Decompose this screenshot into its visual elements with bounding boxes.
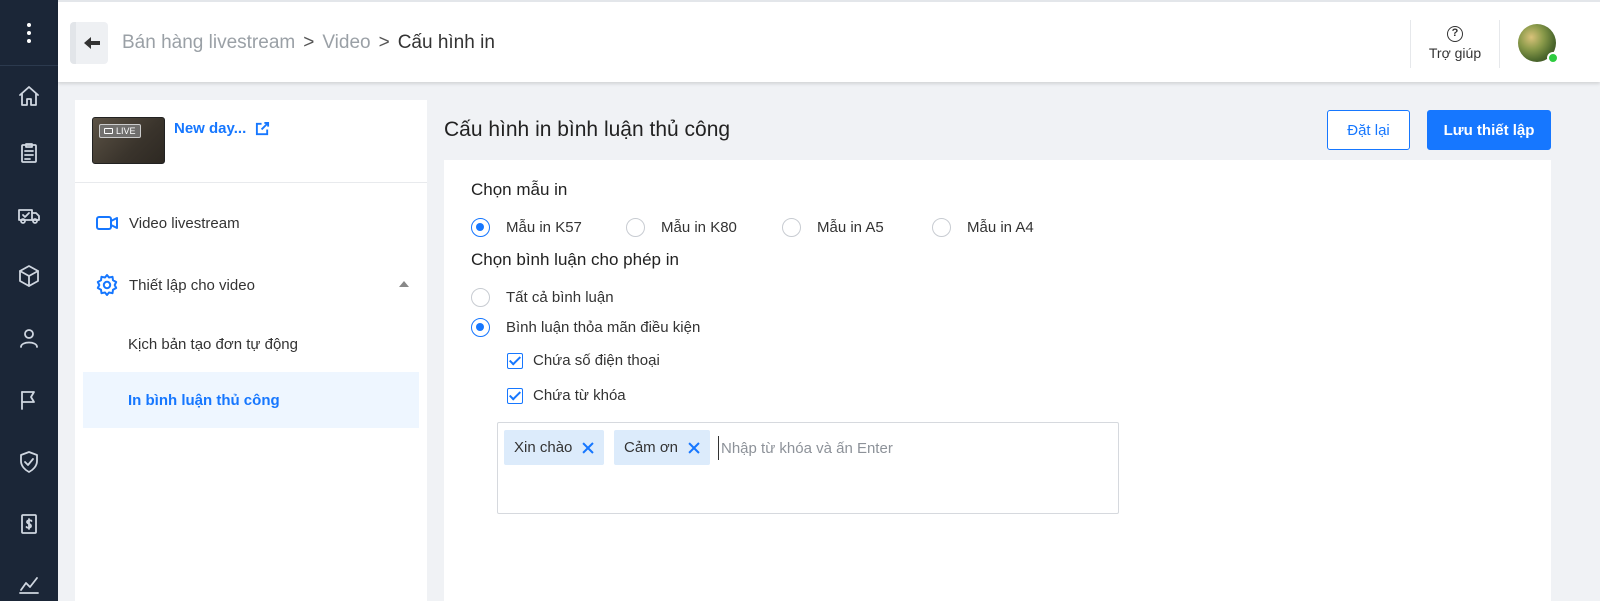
keyword-tag-input[interactable]: Xin chào Cảm ơn xyxy=(497,422,1119,514)
clipboard-icon[interactable] xyxy=(17,141,41,165)
video-thumbnail[interactable]: LIVE xyxy=(92,117,165,164)
delivery-truck-icon[interactable] xyxy=(17,203,41,227)
reset-button[interactable]: Đặt lại xyxy=(1327,110,1410,150)
checkbox-checked[interactable] xyxy=(507,387,523,404)
sidebar-item-auto-order-script[interactable]: Kịch bản tạo đơn tự động xyxy=(83,316,419,372)
help-button[interactable]: ? Trợ giúp xyxy=(1410,20,1500,68)
radio-template-a4[interactable]: Mẫu in A4 xyxy=(932,218,1034,237)
help-label: Trợ giúp xyxy=(1428,45,1482,61)
radio-template-k57[interactable]: Mẫu in K57 xyxy=(471,218,582,237)
radio-conditional-comments[interactable]: Bình luận thỏa mãn điều kiện xyxy=(471,318,700,337)
home-icon[interactable] xyxy=(17,84,41,108)
sidebar-item-label: Kịch bản tạo đơn tự động xyxy=(128,335,298,353)
sidebar-item-video-settings[interactable]: Thiết lập cho video xyxy=(83,257,419,313)
page-title: Cấu hình in bình luận thủ công xyxy=(444,118,731,141)
template-section-title: Chọn mẫu in xyxy=(471,180,568,199)
chart-icon[interactable] xyxy=(17,572,41,596)
external-link-icon[interactable] xyxy=(255,121,270,136)
shield-check-icon[interactable] xyxy=(17,450,41,474)
user-icon[interactable] xyxy=(17,326,41,350)
radio-button[interactable] xyxy=(471,288,490,307)
video-title-link[interactable]: New day... xyxy=(174,120,246,137)
radio-button[interactable] xyxy=(932,218,951,237)
checkbox-label: Chứa từ khóa xyxy=(533,387,626,404)
keyword-tag-label: Xin chào xyxy=(514,439,573,456)
invoice-icon[interactable] xyxy=(17,512,41,536)
close-icon[interactable] xyxy=(688,442,700,454)
live-badge-label: LIVE xyxy=(116,126,136,136)
breadcrumb-separator: > xyxy=(378,32,390,53)
radio-all-comments[interactable]: Tất cả bình luận xyxy=(471,288,614,307)
checkbox-label: Chứa số điện thoại xyxy=(533,352,660,369)
keyword-tag: Cảm ơn xyxy=(614,430,711,465)
video-camera-icon xyxy=(104,128,113,134)
radio-label: Bình luận thỏa mãn điều kiện xyxy=(506,319,701,336)
flag-icon[interactable] xyxy=(17,388,41,412)
keyword-tag: Xin chào xyxy=(504,430,605,465)
radio-button-checked[interactable] xyxy=(471,318,490,337)
checkbox-checked[interactable] xyxy=(507,352,523,369)
close-icon[interactable] xyxy=(582,442,594,454)
gear-icon xyxy=(95,273,119,297)
package-box-icon[interactable] xyxy=(17,264,41,288)
help-circle-icon: ? xyxy=(1447,26,1463,42)
sidebar-item-label: Thiết lập cho video xyxy=(129,276,255,294)
print-config-card: Chọn mẫu in Mẫu in K57 Mẫu in K80 Mẫu in… xyxy=(444,160,1551,601)
radio-label: Tất cả bình luận xyxy=(506,289,614,306)
left-rail xyxy=(0,0,58,601)
comment-section-title: Chọn bình luận cho phép in xyxy=(471,250,679,269)
video-card: LIVE New day... xyxy=(75,100,427,183)
top-header: Bán hàng livestream > Video > Cấu hình in ? … xyxy=(58,0,1600,82)
user-avatar[interactable] xyxy=(1518,24,1559,64)
more-vertical-icon xyxy=(27,21,31,45)
breadcrumb-item-livestream[interactable]: Bán hàng livestream xyxy=(122,32,295,53)
checkbox-phone-number[interactable]: Chứa số điện thoại xyxy=(507,352,660,369)
breadcrumb-item-video[interactable]: Video xyxy=(322,32,370,53)
keyword-tag-label: Cảm ơn xyxy=(624,439,679,456)
app-root: Bán hàng livestream > Video > Cấu hình in ? … xyxy=(0,0,1600,601)
menu-dots-button[interactable] xyxy=(0,0,58,66)
live-badge: LIVE xyxy=(99,124,141,138)
sidebar-item-label: In bình luận thủ công xyxy=(128,391,280,409)
back-button[interactable] xyxy=(70,22,108,64)
chevron-up-icon[interactable] xyxy=(399,281,409,287)
arrow-left-icon xyxy=(84,37,100,49)
sidebar-item-manual-comment-print[interactable]: In bình luận thủ công xyxy=(83,372,419,428)
settings-sidebar: LIVE New day... Video livestream Thiết l… xyxy=(75,100,427,601)
radio-button[interactable] xyxy=(626,218,645,237)
radio-label: Mẫu in K80 xyxy=(661,219,737,236)
radio-label: Mẫu in A5 xyxy=(817,219,884,236)
checkbox-keyword[interactable]: Chứa từ khóa xyxy=(507,387,626,404)
radio-template-k80[interactable]: Mẫu in K80 xyxy=(626,218,737,237)
breadcrumb-separator: > xyxy=(303,32,315,53)
keyword-input[interactable] xyxy=(718,436,1078,460)
sidebar-item-label: Video livestream xyxy=(129,214,240,232)
breadcrumb: Bán hàng livestream > Video > Cấu hình in xyxy=(122,32,495,54)
video-camera-icon xyxy=(95,211,119,235)
radio-label: Mẫu in A4 xyxy=(967,219,1034,236)
radio-button[interactable] xyxy=(782,218,801,237)
save-settings-button[interactable]: Lưu thiết lập xyxy=(1427,110,1551,150)
sidebar-item-video-livestream[interactable]: Video livestream xyxy=(83,195,419,251)
radio-button-checked[interactable] xyxy=(471,218,490,237)
radio-label: Mẫu in K57 xyxy=(506,219,582,236)
radio-template-a5[interactable]: Mẫu in A5 xyxy=(782,218,884,237)
breadcrumb-item-current: Cấu hình in xyxy=(397,32,495,53)
online-status-dot xyxy=(1547,52,1559,64)
